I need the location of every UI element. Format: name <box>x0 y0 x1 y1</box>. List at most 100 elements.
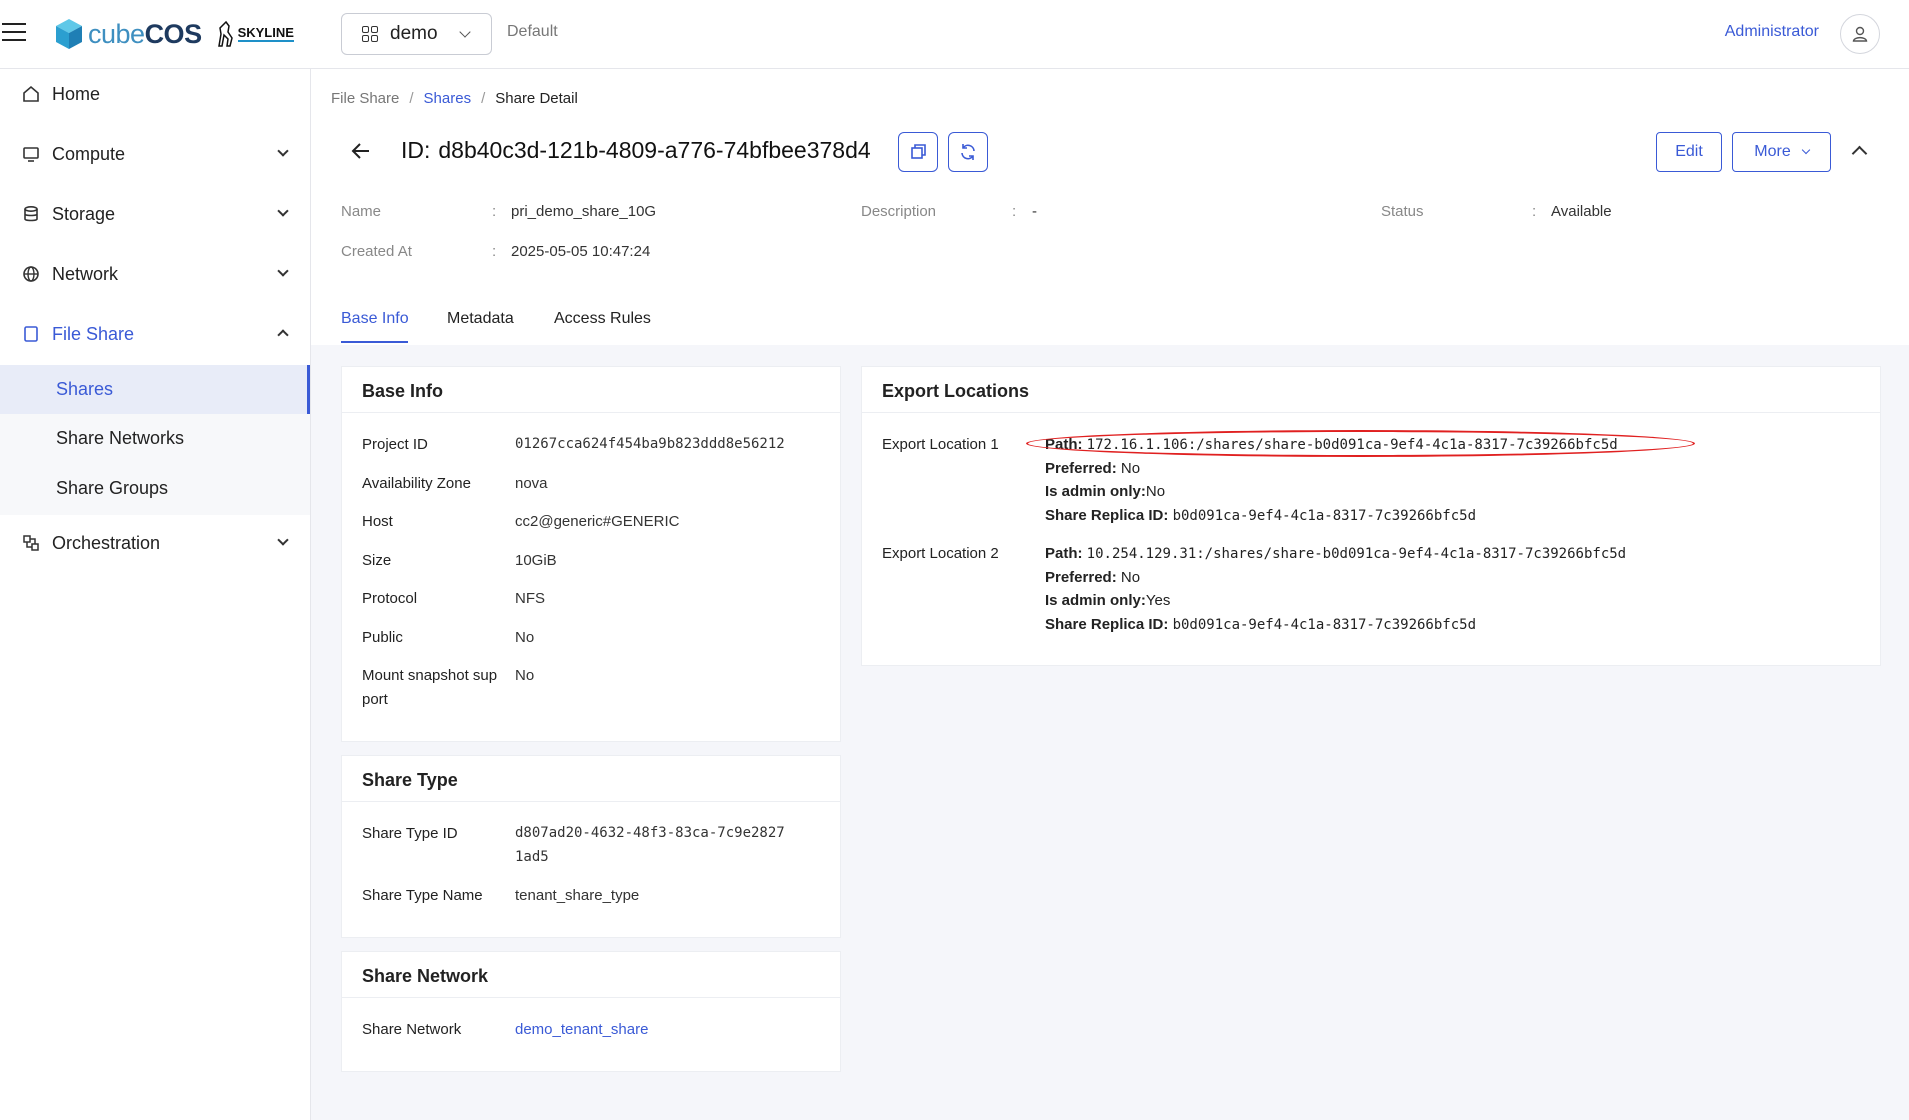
cube-logo-icon <box>56 19 82 49</box>
export-location-2-label: Export Location 2 <box>882 545 999 562</box>
refresh-icon <box>961 144 975 160</box>
export-location-2-admin-only: Is admin only:Yes <box>1045 592 1171 609</box>
top-bar: cubeCOS SKYLINE demo Default Administrat… <box>0 0 1909 69</box>
meta-name-value: pri_demo_share_10G <box>511 203 657 220</box>
active-tab-indicator <box>341 341 408 343</box>
file-icon <box>22 325 40 343</box>
meta-colon: : <box>492 243 497 260</box>
globe-icon <box>22 265 40 283</box>
share-type-id-value-2: 1ad5 <box>515 849 549 865</box>
skyline-mark-icon <box>217 20 233 47</box>
refresh-button[interactable] <box>948 132 988 172</box>
sidebar-subitem-share-groups[interactable]: Share Groups <box>0 464 310 513</box>
availability-zone-label: Availability Zone <box>362 475 471 492</box>
chevron-down-icon <box>277 205 289 217</box>
share-type-id-label: Share Type ID <box>362 825 458 842</box>
base-info-card: Base Info Project ID 01267cca624f454ba9b… <box>341 366 841 742</box>
export-location-2-preferred: Preferred: No <box>1045 569 1141 586</box>
skyline-logo: SKYLINE <box>216 20 294 48</box>
more-button[interactable]: More <box>1732 132 1831 172</box>
share-network-card: Share Network Share Network demo_tenant_… <box>341 951 841 1072</box>
breadcrumb: File Share / Shares / Share Detail <box>331 90 578 107</box>
sidebar-item-home[interactable]: Home <box>0 71 311 117</box>
sidebar-item-label: Orchestration <box>52 532 161 553</box>
meta-name-label: Name <box>341 203 382 220</box>
id-label: ID: <box>401 137 431 163</box>
avatar[interactable] <box>1840 14 1880 54</box>
export-location-1-replica-id: Share Replica ID: b0d091ca-9ef4-4c1a-831… <box>1045 507 1476 524</box>
apps-icon <box>362 26 378 42</box>
protocol-label: Protocol <box>362 590 418 607</box>
export-location-2-path: Path: 10.254.129.31:/shares/share-b0d091… <box>1045 545 1627 562</box>
domain-label: Default <box>507 23 558 40</box>
sidebar: Home Compute Storage Network File Share … <box>0 69 311 1120</box>
share-network-link[interactable]: demo_tenant_share <box>515 1021 648 1038</box>
meta-created-value: 2025-05-05 10:47:24 <box>511 243 651 260</box>
meta-status-label: Status <box>1381 203 1424 220</box>
sidebar-subitem-shares[interactable]: Shares <box>0 365 310 414</box>
meta-created-label: Created At <box>341 243 412 260</box>
sidebar-item-network[interactable]: Network <box>0 251 311 297</box>
sidebar-item-compute[interactable]: Compute <box>0 131 311 177</box>
chevron-down-icon <box>277 265 289 277</box>
meta-colon: : <box>1532 203 1537 220</box>
breadcrumb-root: File Share <box>331 90 400 107</box>
home-icon <box>22 85 40 103</box>
meta-description-value: - <box>1032 203 1037 220</box>
meta-status-value: Available <box>1551 203 1612 220</box>
mount-snapshot-label: Mount snapshot sup <box>362 667 498 684</box>
export-locations-title: Export Locations <box>882 381 1030 401</box>
breadcrumb-shares-link[interactable]: Shares <box>424 90 472 107</box>
share-type-card: Share Type Share Type ID d807ad20-4632-4… <box>341 755 841 938</box>
back-arrow-icon[interactable] <box>350 140 372 162</box>
copy-icon <box>911 144 926 159</box>
divider <box>342 412 840 413</box>
chevron-down-icon <box>277 145 289 157</box>
copy-button[interactable] <box>898 132 938 172</box>
availability-zone-value: nova <box>515 475 548 492</box>
share-network-label: Share Network <box>362 1021 462 1038</box>
project-id-label: Project ID <box>362 436 428 453</box>
chevron-up-icon <box>277 329 289 341</box>
menu-icon[interactable] <box>2 23 26 43</box>
share-type-name-label: Share Type Name <box>362 887 483 904</box>
logo[interactable]: cubeCOS SKYLINE <box>54 18 294 50</box>
export-locations-card: Export Locations Export Location 1 Path:… <box>861 366 1881 666</box>
more-button-label: More <box>1754 143 1791 160</box>
logo-text: cubeCOS <box>88 18 202 49</box>
edit-button[interactable]: Edit <box>1656 132 1722 172</box>
id-value: d8b40c3d-121b-4809-a776-74bfbee378d4 <box>438 137 871 163</box>
export-location-1-label: Export Location 1 <box>882 436 999 453</box>
collapse-icon[interactable] <box>1851 145 1868 162</box>
sidebar-item-label: Compute <box>52 143 126 164</box>
user-icon <box>1852 26 1868 42</box>
page-title: ID: d8b40c3d-121b-4809-a776-74bfbee378d4 <box>401 137 871 164</box>
divider <box>862 412 1880 413</box>
project-select[interactable]: demo <box>341 13 492 55</box>
meta-description-label: Description <box>861 203 937 220</box>
monitor-icon <box>22 145 40 163</box>
chevron-down-icon <box>277 534 289 546</box>
user-name-link[interactable]: Administrator <box>1725 23 1819 41</box>
chevron-down-icon <box>459 26 471 38</box>
mount-snapshot-value: No <box>515 667 535 684</box>
sidebar-item-file-share[interactable]: File Share <box>0 311 311 357</box>
tab-metadata[interactable]: Metadata <box>447 310 514 328</box>
size-label: Size <box>362 552 392 569</box>
share-type-title: Share Type <box>362 770 458 790</box>
public-value: No <box>515 629 535 646</box>
project-name: demo <box>390 23 438 44</box>
chevron-down-icon <box>1801 145 1810 155</box>
highlight-annotation <box>1026 430 1695 457</box>
divider <box>342 997 840 998</box>
sidebar-item-orchestration[interactable]: Orchestration <box>0 520 311 566</box>
sidebar-subitem-share-networks[interactable]: Share Networks <box>0 414 310 463</box>
tab-access-rules[interactable]: Access Rules <box>554 310 651 328</box>
share-type-name-value: tenant_share_type <box>515 887 640 904</box>
database-icon <box>22 205 40 223</box>
meta-colon: : <box>492 203 497 220</box>
share-network-title: Share Network <box>362 966 489 986</box>
breadcrumb-current: Share Detail <box>495 90 578 107</box>
tab-base-info[interactable]: Base Info <box>341 310 409 328</box>
sidebar-item-storage[interactable]: Storage <box>0 191 311 237</box>
